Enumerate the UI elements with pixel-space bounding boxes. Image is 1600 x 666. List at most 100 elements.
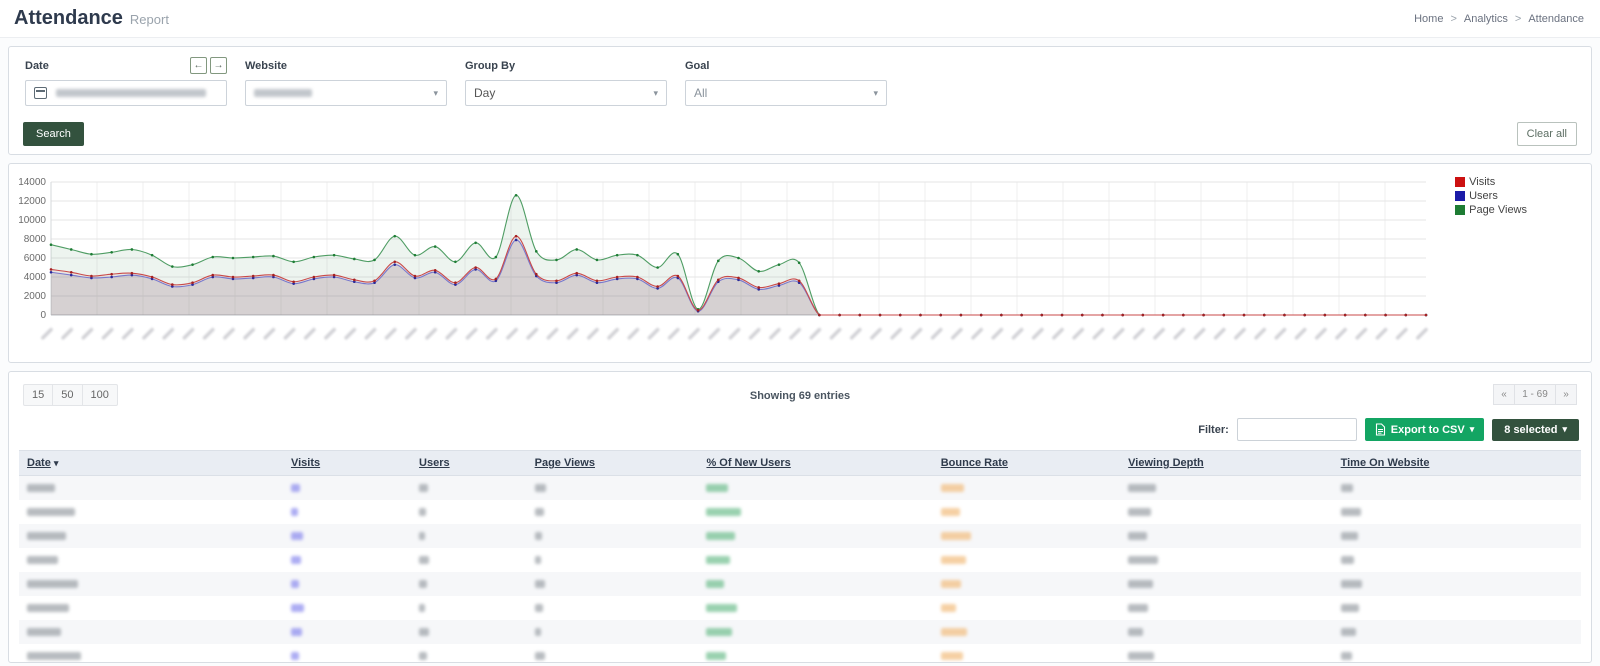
cell-visits[interactable] xyxy=(283,596,411,620)
cell-visits[interactable] xyxy=(283,476,411,501)
chart-legend: Visits Users Page Views xyxy=(1455,176,1527,218)
page-size-button-15[interactable]: 15 xyxy=(23,384,53,406)
goal-select[interactable]: All ▾ xyxy=(685,80,887,106)
sort-descending-icon: ▾ xyxy=(54,458,59,468)
data-point-marker xyxy=(616,254,619,257)
column-header-time_on_website[interactable]: Time On Website xyxy=(1333,451,1581,476)
x-axis-tick-label-obscured xyxy=(971,327,984,340)
legend-item-visits[interactable]: Visits xyxy=(1455,176,1527,188)
data-point-marker xyxy=(535,250,538,253)
x-axis-tick-label-obscured xyxy=(81,327,94,340)
date-nav-arrows: ← → xyxy=(190,57,227,74)
calendar-icon xyxy=(34,87,47,99)
x-axis-tick-label-obscured xyxy=(1355,327,1368,340)
x-axis-tick-label-obscured xyxy=(445,327,458,340)
table-filter-row: Filter: Export to CSV ▾ 8 selected ▾ xyxy=(21,418,1579,441)
data-point-marker xyxy=(333,274,336,277)
cell-bounce_rate xyxy=(933,524,1120,548)
search-button[interactable]: Search xyxy=(23,122,84,146)
cell-visits[interactable] xyxy=(283,644,411,663)
table-header-row: Date▾VisitsUsersPage Views% Of New Users… xyxy=(19,451,1581,476)
data-point-marker xyxy=(110,251,113,254)
pagination-range[interactable]: 1 - 69 xyxy=(1514,384,1556,405)
data-point-marker xyxy=(1202,314,1205,317)
column-header-visits[interactable]: Visits xyxy=(283,451,411,476)
date-filter-head: Date ← → xyxy=(25,57,227,74)
x-axis-tick-label-obscured xyxy=(202,327,215,340)
data-point-marker xyxy=(798,280,801,283)
filter-label: Filter: xyxy=(1198,424,1229,436)
users-value-obscured xyxy=(419,580,427,588)
goal-filter-head: Goal xyxy=(685,57,887,74)
viewing_depth-value-obscured xyxy=(1128,652,1154,660)
data-point-marker xyxy=(50,243,53,246)
y-axis-tick-label: 6000 xyxy=(24,253,47,264)
columns-selected-button[interactable]: 8 selected ▾ xyxy=(1492,419,1579,441)
cell-visits[interactable] xyxy=(283,548,411,572)
data-point-marker xyxy=(596,259,599,262)
cell-time_on_website xyxy=(1333,500,1581,524)
users-value-obscured xyxy=(419,484,428,492)
pct_new_users-value-obscured xyxy=(706,580,724,588)
cell-visits[interactable] xyxy=(283,524,411,548)
cell-pct_new_users xyxy=(698,572,932,596)
column-header-page_views[interactable]: Page Views xyxy=(527,451,699,476)
column-header-users[interactable]: Users xyxy=(411,451,527,476)
date-next-button[interactable]: → xyxy=(210,57,227,74)
column-header-label: Bounce Rate xyxy=(941,457,1008,469)
page_views-value-obscured xyxy=(535,580,545,588)
data-point-marker xyxy=(757,286,760,289)
page-size-button-100[interactable]: 100 xyxy=(82,384,118,406)
data-point-marker xyxy=(515,239,518,242)
website-select[interactable]: ▾ xyxy=(245,80,447,106)
breadcrumb-item-home[interactable]: Home xyxy=(1414,13,1443,25)
bounce_rate-value-obscured xyxy=(941,508,960,516)
data-point-marker xyxy=(677,253,680,256)
column-header-bounce_rate[interactable]: Bounce Rate xyxy=(933,451,1120,476)
pagination-prev-button[interactable]: « xyxy=(1493,384,1515,405)
table-filter-input[interactable] xyxy=(1237,418,1357,441)
date-filter: Date ← → xyxy=(25,57,227,106)
data-point-marker xyxy=(191,281,194,284)
data-point-marker xyxy=(373,259,376,262)
cell-visits[interactable] xyxy=(283,500,411,524)
pagination-next-button[interactable]: » xyxy=(1555,384,1577,405)
group-by-select[interactable]: Day ▾ xyxy=(465,80,667,106)
cell-users xyxy=(411,548,527,572)
cell-date xyxy=(19,596,283,620)
page-size-button-50[interactable]: 50 xyxy=(52,384,82,406)
x-axis-tick-label-obscured xyxy=(586,327,599,340)
date-value-obscured xyxy=(27,508,75,516)
table-row xyxy=(19,596,1581,620)
breadcrumb-item-analytics[interactable]: Analytics xyxy=(1464,13,1508,25)
date-range-input[interactable] xyxy=(25,80,227,106)
x-axis-tick-label-obscured xyxy=(566,327,579,340)
x-axis-tick-label-obscured xyxy=(991,327,1004,340)
data-point-marker xyxy=(313,256,316,259)
cell-visits[interactable] xyxy=(283,572,411,596)
export-to-csv-button[interactable]: Export to CSV ▾ xyxy=(1365,418,1484,441)
data-point-marker xyxy=(333,254,336,257)
legend-item-users[interactable]: Users xyxy=(1455,190,1527,202)
cell-visits[interactable] xyxy=(283,620,411,644)
breadcrumb-item-attendance: Attendance xyxy=(1528,13,1584,25)
x-axis-tick-label-obscured xyxy=(1031,327,1044,340)
chart-panel: 02000400060008000100001200014000 VisitsU… xyxy=(8,163,1592,363)
column-header-date[interactable]: Date▾ xyxy=(19,451,283,476)
data-point-marker xyxy=(1061,314,1064,317)
users-value-obscured xyxy=(419,508,426,516)
clear-all-button[interactable]: Clear all xyxy=(1517,122,1577,146)
date-prev-button[interactable]: ← xyxy=(190,57,207,74)
x-axis-tick-label-obscured xyxy=(546,327,559,340)
x-axis-tick-label-obscured xyxy=(222,327,235,340)
viewing_depth-value-obscured xyxy=(1128,580,1153,588)
data-point-marker xyxy=(717,279,720,282)
column-header-pct_new_users[interactable]: % Of New Users xyxy=(698,451,932,476)
legend-item-page-views[interactable]: Page Views xyxy=(1455,204,1527,216)
x-axis-tick-label-obscured xyxy=(364,327,377,340)
data-point-marker xyxy=(292,280,295,283)
website-filter: Website ▾ xyxy=(245,57,447,106)
x-axis-tick-label-obscured xyxy=(607,327,620,340)
column-header-viewing_depth[interactable]: Viewing Depth xyxy=(1120,451,1332,476)
pct_new_users-value-obscured xyxy=(706,532,735,540)
